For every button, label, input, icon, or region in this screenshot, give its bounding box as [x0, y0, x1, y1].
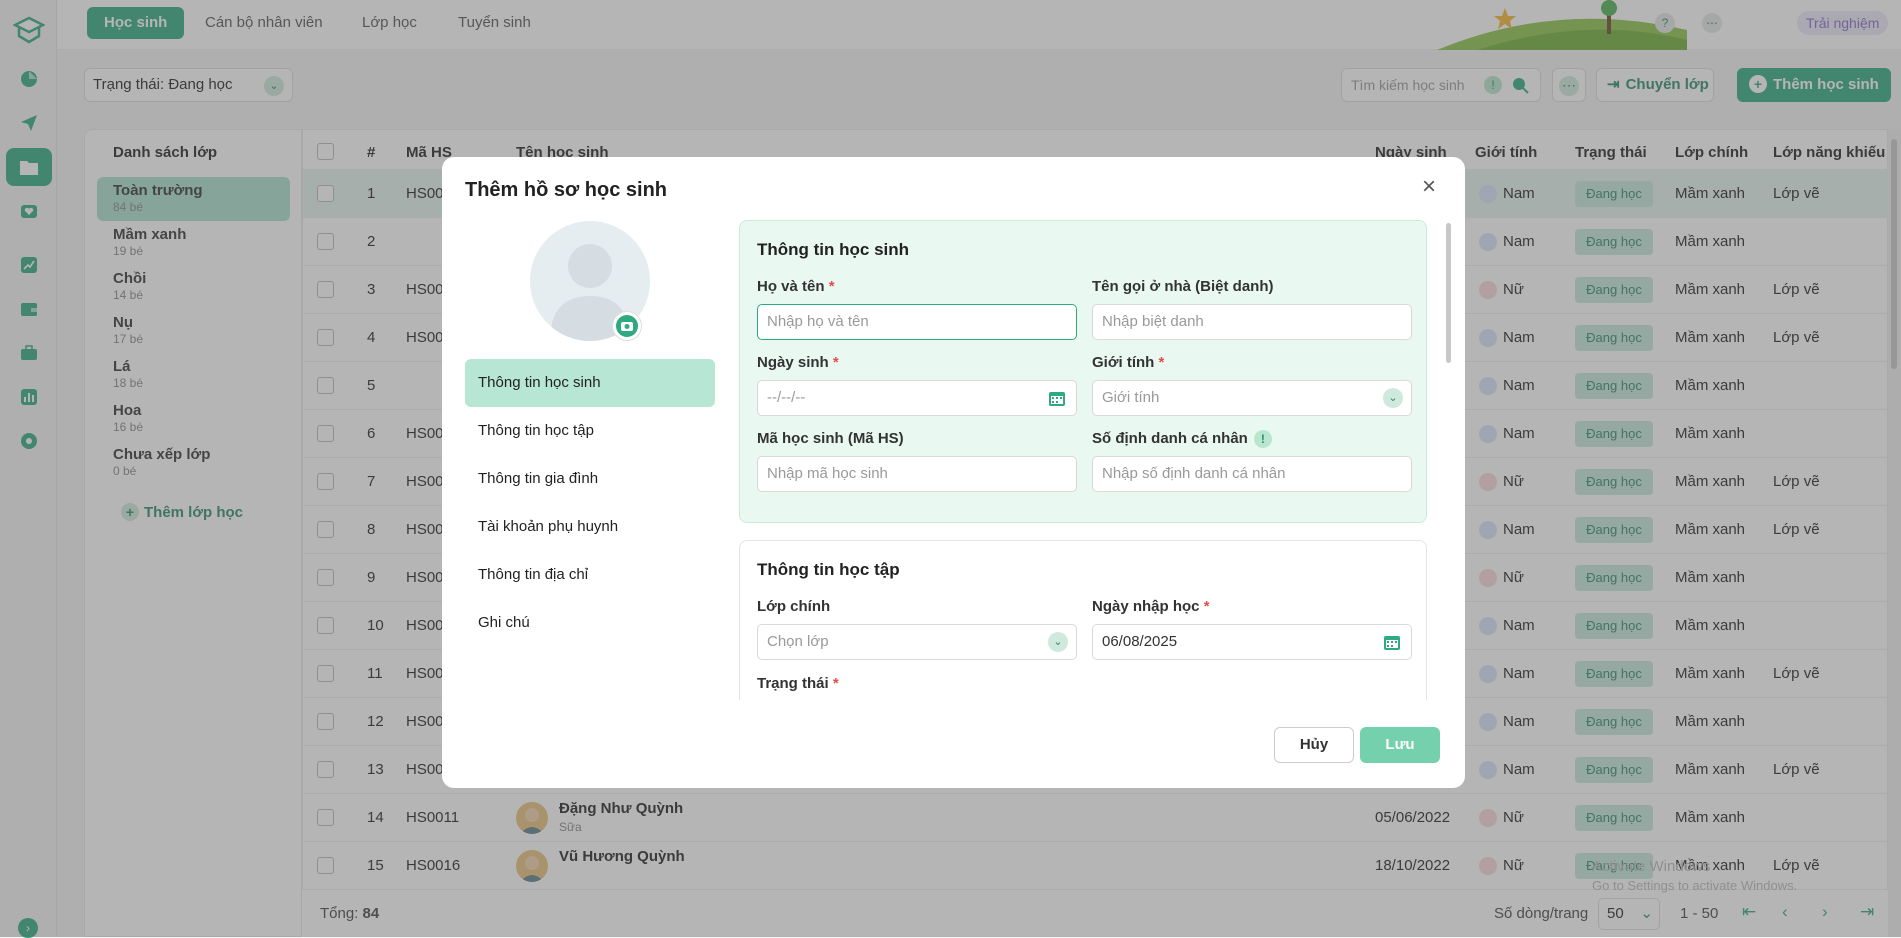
required-mark: * — [1203, 598, 1210, 615]
modal-nav-parent-account[interactable]: Tài khoản phụ huynh — [465, 503, 715, 551]
chevron-down-icon: ⌄ — [1048, 632, 1068, 652]
gender-placeholder: Giới tính — [1102, 389, 1160, 406]
gender-select[interactable]: Giới tính ⌄ — [1092, 380, 1412, 416]
dob-placeholder: --/--/-- — [767, 389, 806, 406]
full-name-label: Họ và tên * — [757, 278, 835, 295]
personal-id-input[interactable]: Nhập số định danh cá nhân — [1092, 456, 1412, 492]
nickname-label: Tên gọi ở nhà (Biệt danh) — [1092, 278, 1274, 295]
personal-id-label: Số định danh cá nhân! — [1092, 430, 1272, 449]
personal-id-label-text: Số định danh cá nhân — [1092, 430, 1248, 447]
required-mark: * — [832, 675, 839, 692]
enroll-date-label: Ngày nhập học * — [1092, 598, 1210, 615]
student-info-title: Thông tin học sinh — [757, 240, 910, 259]
modal-nav-notes[interactable]: Ghi chú — [465, 599, 715, 647]
gender-label-text: Giới tính — [1092, 354, 1155, 371]
close-icon[interactable]: × — [1417, 175, 1441, 199]
modal-nav-address-info[interactable]: Thông tin địa chỉ — [465, 551, 715, 599]
enroll-date-label-text: Ngày nhập học — [1092, 598, 1200, 615]
dob-input[interactable]: --/--/-- — [757, 380, 1077, 416]
study-info-title: Thông tin học tập — [757, 560, 900, 579]
modal-nav-family-info[interactable]: Thông tin gia đình — [465, 455, 715, 503]
calendar-icon[interactable] — [1383, 633, 1401, 651]
nickname-input[interactable]: Nhập biệt danh — [1092, 304, 1412, 340]
modal-nav-student-info[interactable]: Thông tin học sinh — [465, 359, 715, 407]
student-code-input[interactable]: Nhập mã học sinh — [757, 456, 1077, 492]
required-mark: * — [1158, 354, 1165, 371]
add-student-modal: Thêm hồ sơ học sinh × Thông tin học sinh… — [442, 157, 1465, 788]
modal-nav-study-info[interactable]: Thông tin học tập — [465, 407, 715, 455]
full-name-input[interactable]: Nhập họ và tên — [757, 304, 1077, 340]
full-name-label-text: Họ và tên — [757, 278, 825, 295]
info-icon[interactable]: ! — [1253, 430, 1272, 449]
main-class-label: Lớp chính — [757, 598, 831, 615]
camera-icon[interactable] — [613, 312, 641, 340]
modal-form-area: Thông tin học sinh Họ và tên * Nhập họ v… — [739, 220, 1439, 700]
save-button[interactable]: Lưu — [1360, 727, 1440, 763]
calendar-icon[interactable] — [1048, 389, 1066, 407]
enroll-date-value: 06/08/2025 — [1102, 633, 1178, 650]
dob-label: Ngày sinh * — [757, 354, 839, 371]
student-info-card: Thông tin học sinh Họ và tên * Nhập họ v… — [739, 220, 1427, 523]
student-code-label: Mã học sinh (Mã HS) — [757, 430, 904, 447]
modal-scrollbar-thumb[interactable] — [1446, 223, 1451, 363]
chevron-down-icon: ⌄ — [1383, 388, 1403, 408]
study-info-card: Thông tin học tập Lớp chính Chọn lớp ⌄ Ng… — [739, 540, 1427, 700]
cancel-button[interactable]: Hủy — [1274, 727, 1354, 763]
dob-label-text: Ngày sinh — [757, 354, 829, 371]
gender-label: Giới tính * — [1092, 354, 1164, 371]
required-mark: * — [828, 278, 835, 295]
main-class-select[interactable]: Chọn lớp ⌄ — [757, 624, 1077, 660]
status-label: Trạng thái * — [757, 675, 839, 692]
status-label-text: Trạng thái — [757, 675, 829, 692]
enroll-date-input[interactable]: 06/08/2025 — [1092, 624, 1412, 660]
main-class-placeholder: Chọn lớp — [767, 633, 829, 650]
modal-title: Thêm hồ sơ học sinh — [465, 179, 668, 201]
required-mark: * — [832, 354, 839, 371]
